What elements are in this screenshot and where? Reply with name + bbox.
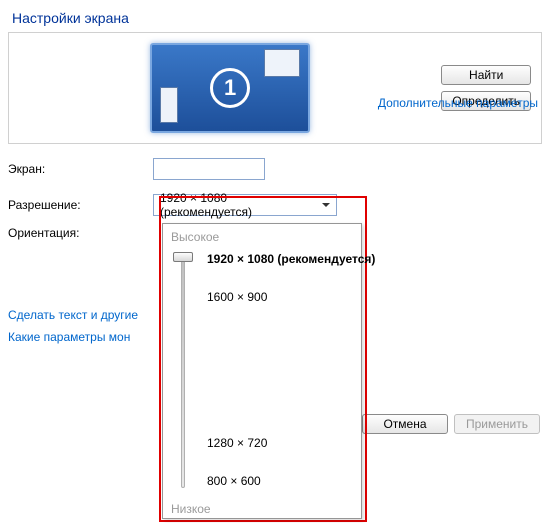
preview-window-icon xyxy=(264,49,300,77)
resolution-slider-thumb[interactable] xyxy=(173,252,193,262)
find-button[interactable]: Найти xyxy=(441,65,531,85)
preview-window-icon xyxy=(160,87,178,123)
cancel-button[interactable]: Отмена xyxy=(362,414,448,434)
apply-button: Применить xyxy=(454,414,540,434)
monitor-panel: 1 Найти Определить xyxy=(8,32,542,144)
high-label: Высокое xyxy=(171,230,353,244)
resolution-label: Разрешение: xyxy=(8,198,153,212)
page-title: Настройки экрана xyxy=(12,10,542,26)
chevron-down-icon xyxy=(318,197,334,213)
resolution-option[interactable]: 1920 × 1080 (рекомендуется) xyxy=(207,252,375,266)
screen-input[interactable] xyxy=(153,158,265,180)
orientation-label: Ориентация: xyxy=(8,226,153,240)
resolution-value: 1920 × 1080 (рекомендуется) xyxy=(160,191,318,219)
resolution-option[interactable]: 800 × 600 xyxy=(207,474,261,488)
resolution-dropdown-panel[interactable]: Высокое 1920 × 1080 (рекомендуется) 1600… xyxy=(162,223,362,519)
advanced-settings-link[interactable]: Дополнительные параметры xyxy=(378,96,538,110)
low-label: Низкое xyxy=(171,502,353,516)
resolution-slider-track[interactable] xyxy=(181,258,185,488)
screen-label: Экран: xyxy=(8,162,153,176)
resolution-option[interactable]: 1280 × 720 xyxy=(207,436,267,450)
resolution-combobox[interactable]: 1920 × 1080 (рекомендуется) xyxy=(153,194,337,216)
resolution-option[interactable]: 1600 × 900 xyxy=(207,290,267,304)
monitor-preview[interactable]: 1 xyxy=(150,43,310,133)
monitor-number-badge: 1 xyxy=(210,68,250,108)
